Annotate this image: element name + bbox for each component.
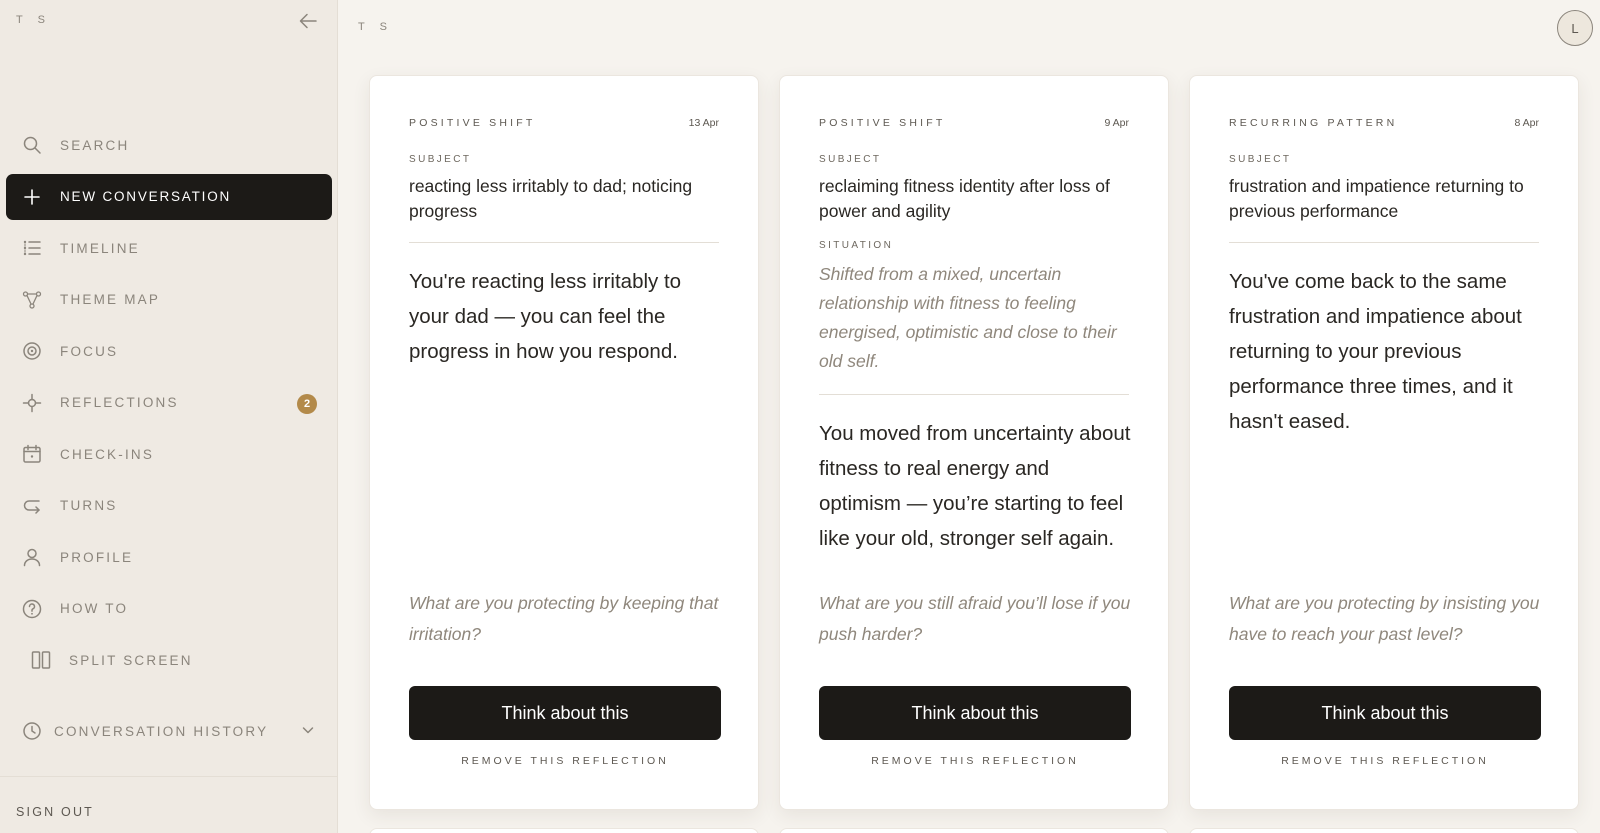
split-columns-icon (31, 650, 51, 670)
conversation-history-label: CONVERSATION HISTORY (54, 723, 269, 739)
sidebar-item-label: HOW TO (60, 601, 129, 616)
sidebar-item-label: THEME MAP (60, 292, 161, 307)
sidebar-item-label: SEARCH (60, 137, 130, 153)
header-brand: T S (358, 21, 393, 33)
reflection-type: POSITIVE SHIFT (819, 117, 946, 129)
reflection-card-next (369, 828, 759, 833)
sidebar-item-label: NEW CONVERSATION (60, 189, 232, 204)
sidebar-item-label: CHECK-INS (60, 446, 155, 462)
sidebar-item-check-ins[interactable]: CHECK-INS (6, 431, 332, 477)
remove-reflection-link[interactable]: REMOVE THIS REFLECTION (409, 755, 721, 767)
think-about-this-button[interactable]: Think about this (1229, 686, 1541, 740)
subject-text: reacting less irritably to dad; noticing… (409, 176, 693, 221)
crosshair-icon (22, 393, 42, 413)
reflection-card: POSITIVE SHIFT 13 Apr SUBJECT reacting l… (369, 75, 759, 810)
sidebar-item-label: TURNS (60, 498, 118, 513)
sidebar-brand: T S (16, 14, 51, 26)
sidebar-item-reflections[interactable]: REFLECTIONS 2 (6, 380, 332, 426)
reflection-card: RECURRING PATTERN 8 Apr SUBJECT frustrat… (1189, 75, 1579, 810)
sidebar-item-timeline[interactable]: TIMELINE (6, 225, 332, 271)
clock-icon (22, 721, 42, 741)
reflection-text: You moved from uncertainty about fitness… (819, 422, 1131, 550)
subject-label: SUBJECT (1229, 154, 1292, 165)
subject-text: reclaiming fitness identity after loss o… (819, 176, 1110, 221)
reflection-type: RECURRING PATTERN (1229, 117, 1398, 129)
subject-text: frustration and impatience returning to … (1229, 176, 1524, 221)
sidebar-divider (0, 776, 338, 777)
think-about-this-button[interactable]: Think about this (409, 686, 721, 740)
sidebar-item-search[interactable]: SEARCH (6, 122, 332, 168)
sidebar-item-theme-map[interactable]: THEME MAP (6, 277, 332, 323)
return-arrow-icon (22, 496, 42, 516)
card-divider (1229, 242, 1539, 243)
reflection-date: 8 Apr (1514, 117, 1539, 129)
sign-out-link[interactable]: SIGN OUT (16, 805, 94, 819)
plus-icon (22, 187, 42, 207)
remove-reflection-link[interactable]: REMOVE THIS REFLECTION (1229, 755, 1541, 767)
sidebar-item-profile[interactable]: PROFILE (6, 534, 332, 580)
search-icon (22, 135, 42, 155)
sidebar-item-label: PROFILE (60, 549, 134, 565)
sidebar-item-turns[interactable]: TURNS (6, 483, 332, 529)
reflection-date: 13 Apr (688, 117, 719, 129)
subject-label: SUBJECT (409, 154, 472, 165)
help-circle-icon (22, 599, 42, 619)
reflection-question: What are you still afraid you’ll lose if… (819, 593, 1131, 644)
sidebar-item-label: FOCUS (60, 343, 119, 359)
subject-label: SUBJECT (819, 154, 882, 165)
card-divider (409, 242, 719, 243)
user-icon (22, 547, 42, 567)
reflection-text: You're reacting less irritably to your d… (409, 270, 682, 363)
list-icon (22, 238, 42, 258)
reflection-question: What are you protecting by keeping that … (409, 593, 719, 644)
remove-reflection-link[interactable]: REMOVE THIS REFLECTION (819, 755, 1131, 767)
sidebar-item-how-to[interactable]: HOW TO (6, 586, 332, 632)
sidebar-item-label: TIMELINE (60, 240, 140, 256)
sidebar-item-label: SPLIT SCREEN (69, 652, 193, 668)
arrow-left-icon (299, 13, 317, 29)
think-about-this-button[interactable]: Think about this (819, 686, 1131, 740)
sidebar-item-focus[interactable]: FOCUS (6, 328, 332, 374)
card-divider (819, 394, 1129, 395)
reflection-question: What are you protecting by insisting you… (1229, 593, 1540, 644)
sidebar-item-split-screen[interactable]: SPLIT SCREEN (6, 637, 332, 683)
situation-text: Shifted from a mixed, uncertain relation… (819, 264, 1117, 371)
sidebar-item-label: REFLECTIONS (60, 395, 179, 410)
reflection-card-next (1189, 828, 1579, 833)
collapse-sidebar-button[interactable] (297, 10, 319, 32)
reflection-card: POSITIVE SHIFT 9 Apr SUBJECT reclaiming … (779, 75, 1169, 810)
situation-label: SITUATION (819, 240, 894, 251)
reflection-type: POSITIVE SHIFT (409, 117, 536, 129)
sidebar-item-new-conversation[interactable]: NEW CONVERSATION (6, 173, 332, 220)
network-icon (22, 290, 42, 310)
avatar[interactable]: L (1557, 10, 1593, 46)
reflections-count-badge: 2 (297, 393, 317, 414)
conversation-history-toggle[interactable]: CONVERSATION HISTORY (6, 708, 332, 754)
sidebar-nav: SEARCH NEW CONVERSATION TIMELINE THEME M… (0, 122, 338, 689)
reflection-date: 9 Apr (1104, 117, 1129, 129)
reflection-text: You've come back to the same frustration… (1229, 270, 1522, 433)
chevron-down-icon (300, 722, 316, 743)
sidebar: T S SEARCH NEW CONVERSATION TIMELINE THE… (0, 0, 338, 833)
reflection-card-next (779, 828, 1169, 833)
calendar-icon (22, 444, 42, 464)
target-icon (22, 341, 42, 361)
